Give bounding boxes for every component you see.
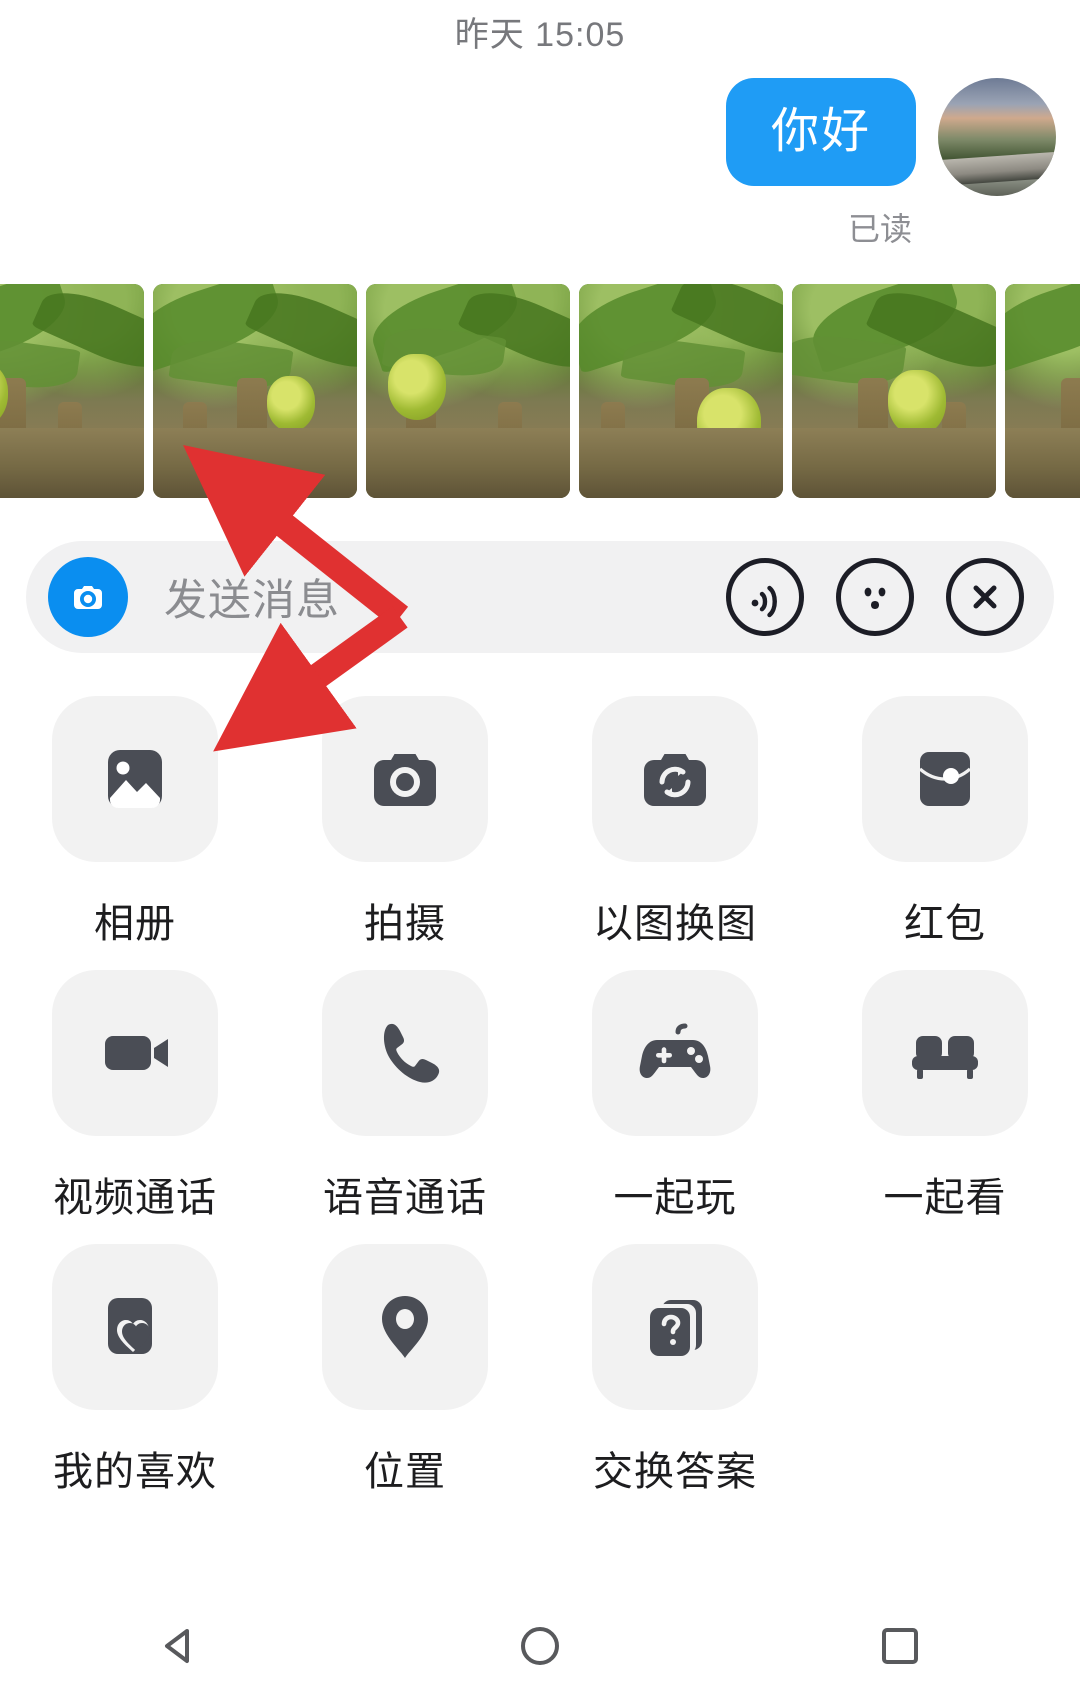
home-button[interactable] (480, 1606, 600, 1686)
photo-thumbnail[interactable] (366, 284, 570, 498)
function-item-play-together[interactable]: 一起玩 (540, 952, 810, 1226)
message-input-field[interactable]: 发送消息 (164, 566, 726, 628)
function-item-label: 我的喜欢 (53, 1450, 217, 1494)
function-item-empty-slot (810, 1226, 1080, 1500)
question-cards-icon[interactable] (592, 1244, 758, 1410)
camera-shutter-icon[interactable] (48, 557, 128, 637)
location-pin-icon[interactable] (322, 1244, 488, 1410)
photo-thumbnail[interactable] (792, 284, 996, 498)
read-status-badge: 已读 (847, 211, 912, 247)
voice-wave-icon[interactable] (726, 558, 804, 636)
photo-strip[interactable] (0, 284, 1080, 498)
message-text: 你好 (770, 105, 871, 158)
photo-thumbnail[interactable] (1005, 284, 1080, 498)
function-item-exchange-answers[interactable]: 交换答案 (540, 1226, 810, 1500)
image-swap-icon[interactable] (592, 696, 758, 862)
chat-screen: 昨天 15:05 你好 已读 发送消息 相册 拍摄 以图换图 红包 视频通话 语… (0, 0, 1080, 1707)
input-bar-icons (726, 558, 1024, 636)
message-input-bar[interactable]: 发送消息 (26, 541, 1054, 653)
red-packet-icon[interactable] (862, 696, 1028, 862)
emoji-face-icon[interactable] (836, 558, 914, 636)
favorite-heart-icon[interactable] (52, 1244, 218, 1410)
function-item-red-packet[interactable]: 红包 (810, 678, 1080, 952)
system-navigation-bar (0, 1585, 1080, 1707)
function-item-label: 拍摄 (364, 902, 446, 946)
function-item-label: 交换答案 (593, 1450, 757, 1494)
function-item-label: 相册 (94, 902, 176, 946)
camera-icon[interactable] (322, 696, 488, 862)
function-item-album[interactable]: 相册 (0, 678, 270, 952)
sofa-icon[interactable] (862, 970, 1028, 1136)
function-item-label: 一起玩 (613, 1176, 737, 1220)
function-item-location[interactable]: 位置 (270, 1226, 540, 1500)
video-call-icon[interactable] (52, 970, 218, 1136)
function-item-voice-call[interactable]: 语音通话 (270, 952, 540, 1226)
message-bubble[interactable]: 你好 (726, 78, 916, 186)
function-item-label: 红包 (904, 902, 986, 946)
function-item-label: 视频通话 (53, 1176, 217, 1220)
function-item-label: 语音通话 (323, 1176, 487, 1220)
outgoing-message-row: 你好 (0, 78, 1080, 196)
recents-button[interactable] (840, 1606, 960, 1686)
function-item-label: 位置 (364, 1450, 446, 1494)
function-item-watch-together[interactable]: 一起看 (810, 952, 1080, 1226)
function-item-image-swap[interactable]: 以图换图 (540, 678, 810, 952)
message-timestamp: 昨天 15:05 (454, 15, 626, 54)
function-item-camera[interactable]: 拍摄 (270, 678, 540, 952)
close-x-icon[interactable] (946, 558, 1024, 636)
photo-gallery-icon[interactable] (52, 696, 218, 862)
photo-thumbnail[interactable] (153, 284, 357, 498)
back-button[interactable] (120, 1606, 240, 1686)
function-item-label: 一起看 (883, 1176, 1007, 1220)
function-panel-grid: 相册 拍摄 以图换图 红包 视频通话 语音通话 一起玩 一起看 我的喜欢 位置 … (0, 678, 1080, 1500)
function-item-my-favorites[interactable]: 我的喜欢 (0, 1226, 270, 1500)
function-item-video-call[interactable]: 视频通话 (0, 952, 270, 1226)
function-item-label: 以图换图 (593, 902, 757, 946)
phone-call-icon[interactable] (322, 970, 488, 1136)
photo-thumbnail[interactable] (579, 284, 783, 498)
photo-thumbnail[interactable] (0, 284, 144, 498)
gamepad-icon[interactable] (592, 970, 758, 1136)
timestamp-row: 昨天 15:05 (0, 0, 1080, 62)
avatar[interactable] (938, 78, 1056, 196)
